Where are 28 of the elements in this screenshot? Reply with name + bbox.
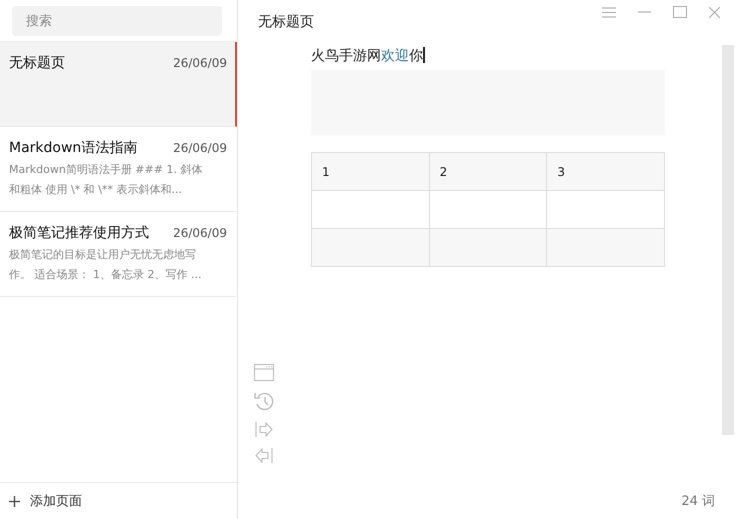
note-date: 26/06/09: [173, 56, 227, 70]
note-title: 极简笔记推荐使用方式: [9, 224, 149, 242]
note-preview: 极简笔记的目标是让用户无忧无虑地写作。 适合场景： 1、备忘录 2、写作 ...: [9, 247, 202, 283]
arrow-right-icon[interactable]: [254, 422, 272, 437]
paragraph-text: 火鸟手游网欢迎你: [311, 46, 424, 66]
table-cell: 1: [312, 152, 430, 190]
plus-icon: [9, 496, 20, 506]
add-page-button[interactable]: 添加页面: [0, 482, 237, 519]
minimize-icon[interactable]: [638, 11, 651, 13]
menu-icon[interactable]: [602, 6, 616, 18]
close-icon[interactable]: [709, 6, 720, 18]
note-item[interactable]: 极简笔记推荐使用方式 26/06/09 极简笔记的目标是让用户无忧无虑地写作。 适合场景： 1、备忘录 2、写作 ...: [0, 212, 237, 297]
note-preview: Markdown简明语法手册 ### 1. 斜体和粗体 使用 \* 和 \** 表示斜体和...: [9, 162, 204, 198]
note-title: Markdown语法指南: [9, 139, 138, 157]
arrow-left-icon[interactable]: [254, 448, 272, 463]
window-icon[interactable]: [254, 364, 274, 381]
note-date: 26/06/09: [173, 141, 227, 155]
table-cell: 2: [429, 152, 547, 190]
search-field[interactable]: 搜索: [12, 6, 222, 36]
maximize-icon[interactable]: [673, 6, 687, 18]
history-icon[interactable]: [254, 392, 274, 411]
note-item[interactable]: Markdown语法指南 26/06/09 Markdown简明语法手册 ### 1. 斜体和粗体 使用 \* 和 \** 表示斜体和...: [0, 127, 237, 212]
note-date: 26/06/09: [173, 226, 227, 240]
table-cell: 3: [546, 152, 664, 190]
note-title: 无标题页: [9, 54, 65, 72]
note-item[interactable]: 无标题页 26/06/09: [0, 42, 237, 127]
page-title: 无标题页: [258, 13, 314, 32]
word-count: 24 词: [681, 493, 715, 510]
